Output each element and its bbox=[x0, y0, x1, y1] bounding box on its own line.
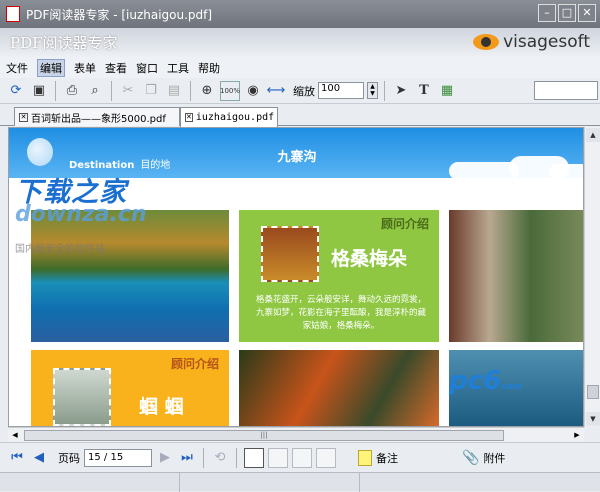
window-title: PDF阅读器专家 - [iuzhaigou.pdf] bbox=[26, 7, 213, 22]
text-select-icon[interactable]: T bbox=[414, 81, 434, 101]
app-banner: PDF阅读器专家 visagesoft bbox=[0, 28, 600, 58]
advisor-name: 蝈 蝈 bbox=[139, 396, 184, 418]
paperclip-icon: 📎 bbox=[462, 449, 480, 466]
toolbar-divider bbox=[190, 80, 191, 101]
brand-name: visagesoft bbox=[503, 32, 590, 52]
vertical-scrollbar[interactable]: ▲ ▼ bbox=[584, 127, 600, 427]
attachments-label: 附件 bbox=[483, 451, 506, 465]
cloud-shape bbox=[549, 164, 583, 180]
scroll-up-icon[interactable]: ▲ bbox=[586, 128, 600, 142]
tab-document-2[interactable]: ✕ iuzhaigou.pdf bbox=[180, 107, 278, 127]
app-icon bbox=[6, 6, 20, 22]
search-input[interactable] bbox=[534, 81, 598, 100]
lake-photo bbox=[31, 210, 229, 342]
page-label: 页码 bbox=[58, 451, 80, 465]
status-panel bbox=[360, 473, 600, 492]
scroll-thumb[interactable]: ||| bbox=[24, 430, 504, 441]
advisor-photo bbox=[261, 226, 319, 282]
status-panel bbox=[0, 473, 180, 492]
menu-bar: 文件 编辑 表单 查看 窗口 工具 帮助 bbox=[0, 58, 600, 78]
autumn-leaves-photo bbox=[239, 350, 439, 426]
last-page-icon[interactable]: ⏭ bbox=[178, 449, 196, 467]
status-bar bbox=[0, 472, 600, 492]
menu-file[interactable]: 文件 bbox=[6, 60, 28, 76]
continuous-facing-view-icon[interactable] bbox=[316, 447, 336, 468]
notes-label: 备注 bbox=[376, 451, 398, 465]
next-page-icon[interactable]: ▶ bbox=[156, 449, 174, 467]
back-icon[interactable]: ⟲ bbox=[211, 449, 229, 467]
scroll-left-icon[interactable]: ◀ bbox=[9, 429, 21, 442]
minimize-button[interactable]: – bbox=[538, 4, 556, 22]
close-tab-icon[interactable]: ✕ bbox=[19, 112, 28, 122]
maximize-button[interactable]: □ bbox=[558, 4, 576, 22]
menu-window[interactable]: 窗口 bbox=[136, 60, 158, 76]
navigation-bar: ⏮ ◀ 页码 15 / 15 ▶ ⏭ ⟲ 备注 📎 附件 bbox=[0, 442, 600, 472]
advisor-card-1: 顾问介绍 格桑梅朵 格桑花盛开，云朵般安详，舞动久远的霓裳，九寨如梦，花影在海子… bbox=[239, 210, 439, 342]
document-viewer[interactable]: Destination 目的地 九寨沟 顾问介绍 格桑梅朵 格桑花盛开，云朵般安详… bbox=[8, 127, 584, 427]
copy-icon[interactable]: ❐ bbox=[141, 81, 161, 101]
horizontal-scrollbar[interactable]: ◀ ||| ▶ bbox=[8, 427, 584, 442]
advisor-card-heading: 顾问介绍 bbox=[170, 357, 219, 371]
tab-document-1[interactable]: ✕ 百词斩出品——象形5000.pdf bbox=[14, 107, 180, 126]
snapshot-icon[interactable]: ▦ bbox=[437, 81, 457, 101]
actual-size-icon[interactable]: 100% bbox=[220, 80, 240, 101]
notes-button[interactable]: 备注 bbox=[358, 449, 398, 466]
zoom-spinner[interactable]: ▲ ▼ bbox=[367, 82, 378, 99]
menu-view[interactable]: 查看 bbox=[105, 60, 127, 76]
single-page-view-icon[interactable] bbox=[244, 447, 264, 468]
zoom-label: 缩放 bbox=[293, 84, 315, 98]
nav-divider bbox=[236, 447, 237, 468]
tab-label: 百词斩出品——象形5000.pdf bbox=[31, 113, 166, 125]
paste-icon[interactable]: ▤ bbox=[164, 81, 184, 101]
document-tabs: ✕ 百词斩出品——象形5000.pdf ✕ iuzhaigou.pdf bbox=[0, 104, 600, 127]
previous-page-icon[interactable]: ◀ bbox=[30, 449, 48, 467]
menu-help[interactable]: 帮助 bbox=[198, 60, 220, 76]
toolbar-divider bbox=[384, 80, 385, 101]
select-cursor-icon[interactable]: ➤ bbox=[391, 81, 411, 101]
nav-divider bbox=[203, 447, 204, 468]
menu-edit[interactable]: 编辑 bbox=[37, 59, 65, 77]
attachments-button[interactable]: 📎 附件 bbox=[462, 450, 505, 466]
downza-url-watermark: downza.cn bbox=[15, 202, 147, 227]
first-page-icon[interactable]: ⏮ bbox=[8, 449, 26, 467]
advisor-card-heading: 顾问介绍 bbox=[380, 217, 429, 231]
open-icon[interactable]: ⟳ bbox=[6, 81, 26, 101]
scroll-thumb[interactable] bbox=[587, 385, 599, 399]
prayer-wheel-photo bbox=[449, 210, 583, 342]
advisor-name: 格桑梅朵 bbox=[331, 248, 408, 270]
eye-logo-icon bbox=[473, 34, 500, 50]
continuous-view-icon[interactable] bbox=[268, 447, 288, 468]
toolbar: ⟳ ▣ ⎙ ⌕ ✂ ❐ ▤ ⊕ 100% ◉ ⟷ 缩放 100 ▲ ▼ ➤ T ▦ bbox=[0, 78, 600, 104]
advisor-card-2: 顾问介绍 蝈 蝈 bbox=[31, 350, 229, 426]
page-input[interactable]: 15 / 15 bbox=[84, 448, 152, 467]
pc6-watermark: pc6com bbox=[449, 366, 523, 396]
status-panel bbox=[180, 473, 360, 492]
advisor-photo bbox=[53, 368, 111, 426]
zoom-in-icon[interactable]: ⊕ bbox=[197, 81, 217, 101]
tab-label: iuzhaigou.pdf bbox=[195, 112, 275, 123]
advisor-description: 格桑花盛开，云朵般安详，舞动久远的霓裳，九寨如梦，花影在海子里酝酿，我是淳朴的藏… bbox=[255, 295, 426, 331]
menu-form[interactable]: 表单 bbox=[74, 60, 96, 76]
zoom-input[interactable]: 100 bbox=[318, 82, 364, 99]
close-button[interactable]: ✕ bbox=[578, 4, 596, 22]
scroll-down-icon[interactable]: ▼ bbox=[586, 412, 600, 426]
facing-view-icon[interactable] bbox=[292, 447, 312, 468]
close-tab-icon[interactable]: ✕ bbox=[185, 113, 193, 122]
banner-app-name: PDF阅读器专家 bbox=[10, 34, 118, 52]
fit-page-icon[interactable]: ◉ bbox=[243, 81, 263, 101]
menu-tools[interactable]: 工具 bbox=[167, 60, 189, 76]
scroll-right-icon[interactable]: ▶ bbox=[571, 429, 583, 442]
title-bar: PDF阅读器专家 - [iuzhaigou.pdf] – □ ✕ bbox=[0, 0, 600, 28]
cut-icon[interactable]: ✂ bbox=[118, 81, 138, 101]
brand-logo: visagesoft bbox=[473, 32, 590, 52]
print-preview-icon[interactable]: ⌕ bbox=[85, 81, 105, 101]
fit-width-icon[interactable]: ⟷ bbox=[266, 81, 286, 101]
toolbar-divider bbox=[55, 80, 56, 101]
downza-slogan-watermark: 国内最安全的软件站 bbox=[15, 244, 105, 255]
print-icon[interactable]: ⎙ bbox=[62, 81, 82, 101]
toolbar-divider bbox=[111, 80, 112, 101]
save-icon[interactable]: ▣ bbox=[29, 81, 49, 101]
note-icon bbox=[358, 449, 372, 466]
